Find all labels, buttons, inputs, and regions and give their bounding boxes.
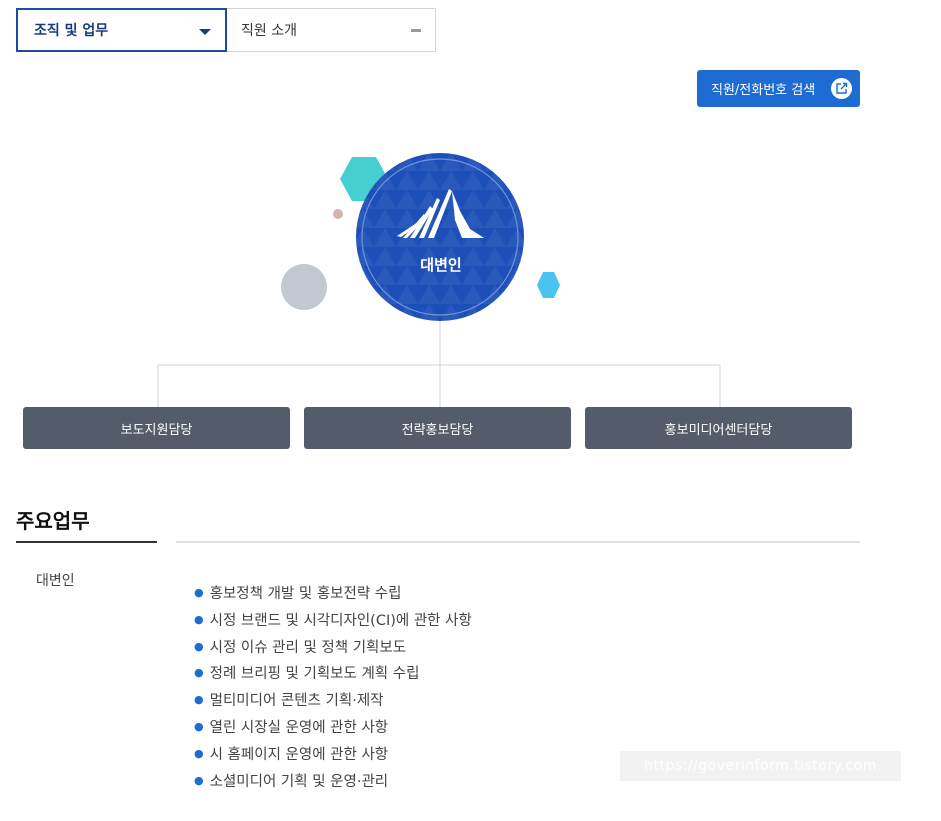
duty-text: 시정 이슈 관리 및 정책 기획보도 [209,639,407,656]
list-item: ● 시정 브랜드 및 시각디자인(CI)에 관한 사항 [194,607,472,634]
list-item: ● 소셜미디어 기획 및 운영·관리 [194,768,472,795]
dept-pr-media-center[interactable]: 홍보미디어센터담당 [585,407,852,449]
blue-hexagon-decoration [537,272,560,298]
bullet-icon: ● [194,639,204,653]
bullet-icon: ● [194,773,204,787]
list-item: ● 멀티미디어 콘텐츠 기획·제작 [194,687,472,714]
duty-text: 홍보정책 개발 및 홍보전략 수립 [209,586,402,602]
bullet-icon: ● [194,612,204,626]
duty-text: 멀티미디어 콘텐츠 기획·제작 [209,693,384,710]
watermark: https://goverinform.tistory.com [620,751,901,781]
duty-text: 열린 시장실 운영에 관한 사항 [209,719,389,736]
list-item: ● 시 홈페이지 운영에 관한 사항 [194,741,472,768]
connector-lines [157,318,721,407]
unit-name: 대변인 [36,573,75,589]
gray-dot-decoration [281,264,327,310]
dept-press-support[interactable]: 보도지원담당 [23,407,290,449]
bullet-icon: ● [194,586,204,599]
duty-text: 정례 브리핑 및 기획보도 계획 수립 [209,666,420,683]
section-title: 주요업무 [16,509,90,533]
section-divider [176,541,860,543]
pink-dot-decoration [333,209,343,219]
org-head-label: 대변인 [420,256,462,274]
duty-text: 시정 브랜드 및 시각디자인(CI)에 관한 사항 [209,612,472,629]
list-item: ● 열린 시장실 운영에 관한 사항 [194,714,472,741]
list-item: ● 정례 브리핑 및 기획보도 계획 수립 [194,660,472,687]
title-underline [16,541,157,543]
org-chart: 대변인 [0,0,941,460]
duty-list: ● 홍보정책 개발 및 홍보전략 수립 ● 시정 브랜드 및 시각디자인(CI)에 … [194,580,472,794]
org-chart-graphic [157,153,721,407]
dept-strategic-pr[interactable]: 전략홍보담당 [304,407,571,449]
bullet-icon: ● [194,719,204,733]
list-item: ● 시정 이슈 관리 및 정책 기획보도 [194,634,472,661]
list-item: ● 홍보정책 개발 및 홍보전략 수립 [194,580,472,607]
bullet-icon: ● [194,746,204,760]
duty-text: 소셜미디어 기획 및 운영·관리 [209,773,389,790]
bullet-icon: ● [194,693,204,707]
bullet-icon: ● [194,666,204,680]
duty-text: 시 홈페이지 운영에 관한 사항 [209,746,389,763]
